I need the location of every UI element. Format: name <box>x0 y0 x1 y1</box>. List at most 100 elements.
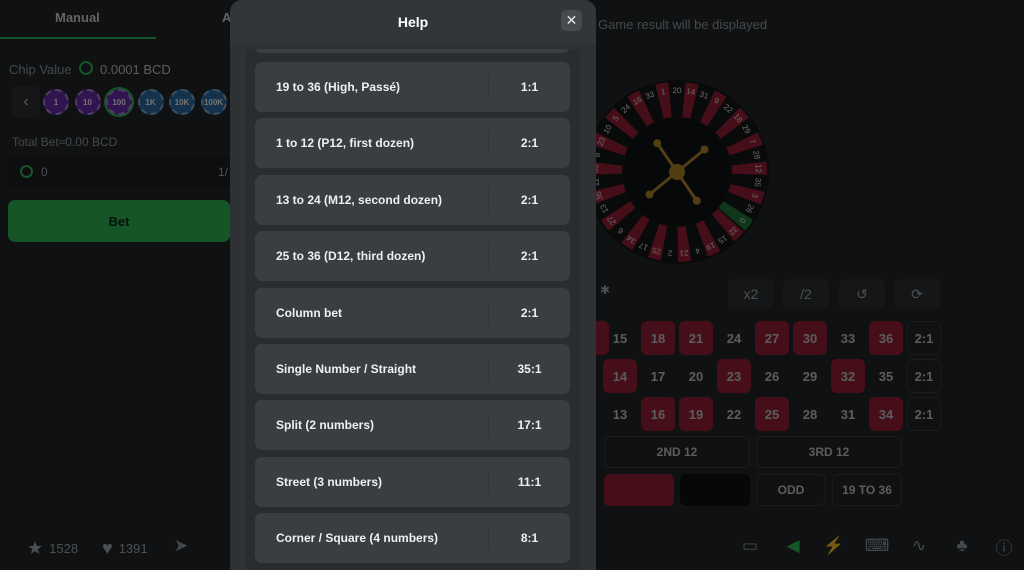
number-cell-21[interactable]: 21 <box>679 321 713 355</box>
send-icon[interactable]: ➤ <box>170 536 192 556</box>
chip-10[interactable]: 10 <box>74 89 101 115</box>
modal-title: Help <box>397 13 429 30</box>
payout: 8:1 <box>520 531 539 546</box>
number-cell-32[interactable]: 32 <box>831 359 865 393</box>
bet-name: Corner / Square (4 numbers) <box>276 531 439 546</box>
tab-underline <box>0 37 156 39</box>
dozen-2nd[interactable]: 2ND 12 <box>604 436 750 468</box>
close-button[interactable]: ✕ <box>561 10 582 31</box>
number-cell-35[interactable]: 35 <box>869 359 903 393</box>
payout-row: Column bet 2:1 <box>255 287 570 338</box>
number-cell-15[interactable]: 15 <box>603 321 637 355</box>
payout: 35:1 <box>517 362 542 376</box>
black-bet[interactable] <box>680 474 750 506</box>
chip-1K[interactable]: 1K <box>137 89 164 115</box>
repeat-button[interactable]: ⟳ <box>894 279 940 309</box>
number-cell-25[interactable]: 25 <box>755 397 789 431</box>
wheel-knob <box>692 196 701 205</box>
heart-icon: ♥ <box>102 538 113 558</box>
chart-line-icon[interactable]: ∿ <box>908 536 930 556</box>
wheel-knob <box>700 145 709 154</box>
hearts-count: 1391 <box>118 541 148 556</box>
roulette-wheel: 0321519421225173462713361130823105241633… <box>585 80 769 264</box>
undo-button[interactable]: ↺ <box>839 279 885 309</box>
number-cell-34[interactable]: 34 <box>869 397 903 431</box>
wheel-hub <box>669 164 685 180</box>
half-button[interactable]: 1/ <box>218 165 228 179</box>
payout-row: Corner / Square (4 numbers) 8:1 <box>255 513 570 564</box>
number-cell-24[interactable]: 24 <box>717 321 751 355</box>
chip-value-label: Chip Value <box>9 62 72 77</box>
number-cell-22[interactable]: 22 <box>717 397 751 431</box>
bet-name: 13 to 24 (M12, second dozen) <box>276 192 443 207</box>
keyboard-icon[interactable]: ⌨ <box>865 536 890 556</box>
chip-prev-button[interactable]: ‹ <box>12 86 40 118</box>
chip-10K[interactable]: 10K <box>169 89 195 115</box>
bet-name: Single Number / Straight <box>276 362 417 376</box>
payout: 2:1 <box>520 249 539 264</box>
payout-list[interactable]: 19 to 36 (High, Passé) 1:1 1 to 12 (P12, f… <box>245 49 580 570</box>
chip-1[interactable]: 1 <box>43 89 69 115</box>
tab-manual[interactable]: Manual <box>55 10 100 25</box>
game-result-text: Game result will be displayed <box>598 17 768 32</box>
payout: 2:1 <box>520 192 539 207</box>
number-cell-36[interactable]: 36 <box>869 321 903 355</box>
column-bet[interactable]: 2:1 <box>907 397 941 431</box>
number-cell-27[interactable]: 27 <box>755 321 789 355</box>
chips-icon[interactable]: ✱ <box>600 283 610 297</box>
high-bet[interactable]: 19 TO 36 <box>832 474 902 506</box>
number-cell-20[interactable]: 20 <box>679 359 713 393</box>
payout-row: Single Number / Straight 35:1 <box>255 344 570 394</box>
sound-icon[interactable]: ◀ <box>782 536 804 556</box>
wheel-number: 12 <box>754 164 763 174</box>
number-cell-23[interactable]: 23 <box>717 359 751 393</box>
red-bet[interactable] <box>604 474 674 506</box>
payout-row: Street (3 numbers) 11:1 <box>255 456 570 507</box>
chip-100[interactable]: 100 <box>106 89 132 115</box>
double-bet-button[interactable]: x2 <box>728 279 774 309</box>
half-bet-button[interactable]: /2 <box>783 279 829 309</box>
number-cell-31[interactable]: 31 <box>831 397 865 431</box>
number-cell-30[interactable]: 30 <box>793 321 827 355</box>
acorn-icon[interactable]: ♣ <box>951 536 973 556</box>
dozen-3rd[interactable]: 3RD 12 <box>756 436 902 468</box>
payout: 2:1 <box>520 305 539 320</box>
number-cell-17[interactable]: 17 <box>641 359 675 393</box>
likes-button[interactable]: ★ 1528 <box>27 538 78 559</box>
chip-100K[interactable]: 100K <box>200 89 227 115</box>
number-cell-19[interactable]: 19 <box>679 397 713 431</box>
lightning-icon[interactable]: ⚡ <box>823 536 845 556</box>
number-cell-29[interactable]: 29 <box>793 359 827 393</box>
odd-bet[interactable]: ODD <box>756 474 826 506</box>
number-cell-18[interactable]: 18 <box>641 321 675 355</box>
payout-row-partial <box>255 49 570 53</box>
chip-value: 0.0001 BCD <box>100 62 171 77</box>
column-bet[interactable]: 2:1 <box>907 359 941 393</box>
wheel-number: 35 <box>753 177 763 188</box>
payout-row: 19 to 36 (High, Passé) 1:1 <box>255 62 570 112</box>
number-cell-33[interactable]: 33 <box>831 321 865 355</box>
window-icon[interactable]: ▭ <box>739 536 761 556</box>
payout: 11:1 <box>517 474 542 489</box>
payout-row: 25 to 36 (D12, third dozen) 2:1 <box>255 231 570 282</box>
payout: 2:1 <box>520 136 539 151</box>
number-cell-28[interactable]: 28 <box>793 397 827 431</box>
payout-row: 13 to 24 (M12, second dozen) 2:1 <box>255 174 570 225</box>
bet-button[interactable]: Bet <box>8 200 230 242</box>
bcd-coin-icon <box>79 61 93 75</box>
number-cell-26[interactable]: 26 <box>755 359 789 393</box>
bet-name: 25 to 36 (D12, third dozen) <box>276 249 426 264</box>
number-cell-14[interactable]: 14 <box>603 359 637 393</box>
help-icon[interactable]: ⓘ <box>993 536 1015 558</box>
number-cell-13[interactable]: 13 <box>603 397 637 431</box>
favorites-button[interactable]: ♥ 1391 <box>102 538 148 559</box>
wheel-knob <box>645 190 654 199</box>
bet-name: Split (2 numbers) <box>276 418 375 433</box>
number-cell-16[interactable]: 16 <box>641 397 675 431</box>
bet-name: 1 to 12 (P12, first dozen) <box>276 136 415 151</box>
payout: 17:1 <box>517 418 542 433</box>
payout: 1:1 <box>520 80 539 94</box>
amount-value: 0 <box>41 165 48 179</box>
column-bet[interactable]: 2:1 <box>907 321 941 355</box>
payout-row: 1 to 12 (P12, first dozen) 2:1 <box>255 118 570 169</box>
